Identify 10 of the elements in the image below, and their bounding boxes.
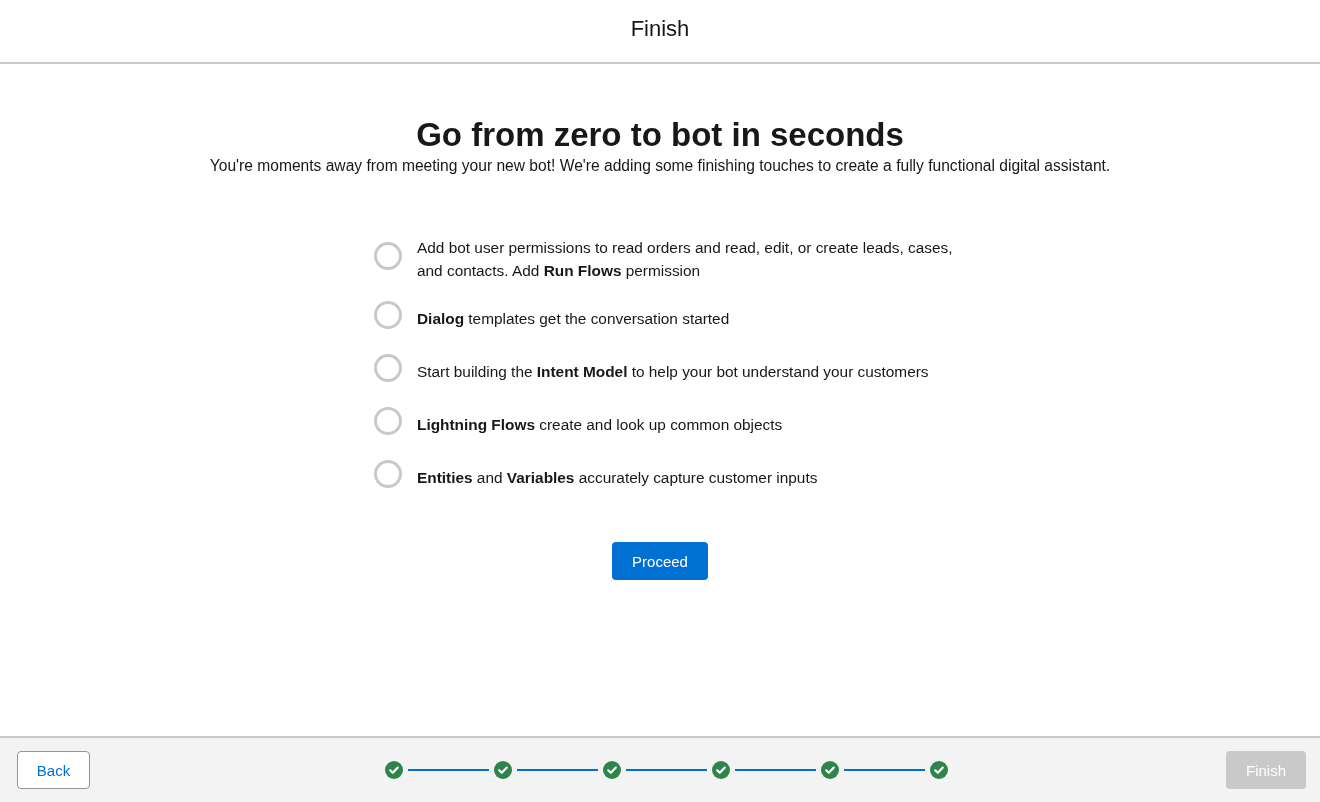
main-heading: Go from zero to bot in seconds — [416, 117, 904, 153]
page-title: Finish — [630, 15, 690, 43]
back-button[interactable]: Back — [17, 751, 90, 789]
task-text: Entities and Variables accurately capture customer inputs — [417, 467, 819, 488]
task-text: Dialog templates get the conversation started — [417, 308, 731, 329]
task-text: Lightning Flows create and look up common objects — [417, 414, 784, 435]
task-text: Start building the Intent Model to help your bot understand your customers — [417, 361, 930, 382]
proceed-button[interactable]: Proceed — [612, 542, 708, 580]
task-text: Add bot user permissions to read orders and read, edit, or create leads, cases, and contacts. Add Run Flows permission — [417, 238, 954, 281]
intro-text: You're moments away from meeting your new bot! We're adding some finishing touches to create a fully functional digital assistant. — [209, 156, 1111, 176]
